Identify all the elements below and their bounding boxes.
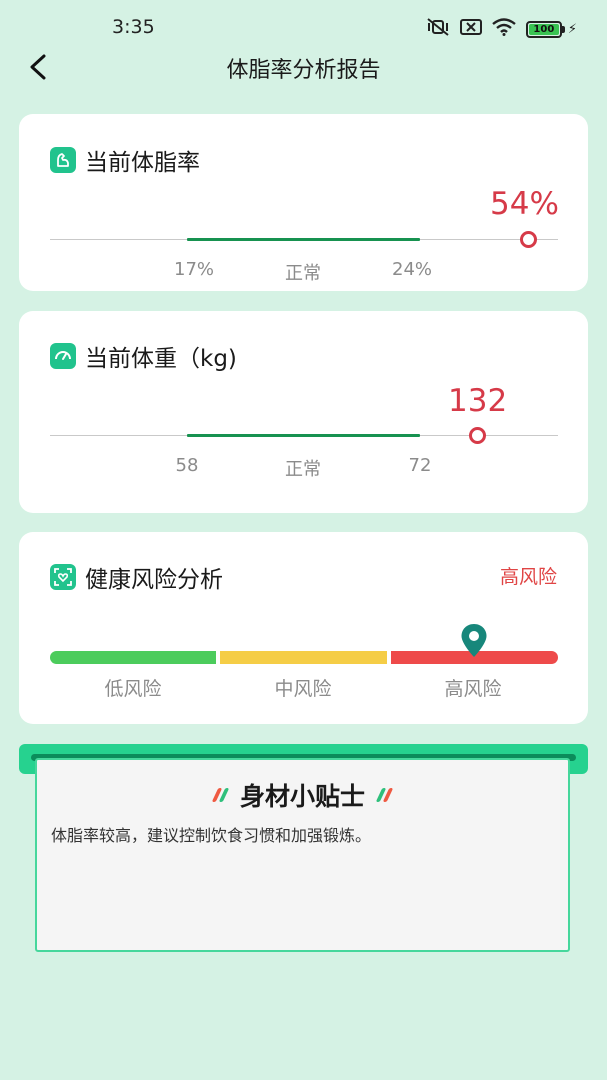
- status-icons: 100 ⚡: [426, 18, 577, 40]
- risk-label-mid: 中风险: [274, 678, 332, 700]
- risk-header: 健康风险分析: [50, 560, 223, 594]
- mute-vibrate-icon: [426, 18, 450, 40]
- weight-title: 当前体重（kg): [85, 346, 237, 372]
- nav-bar: 体脂率分析报告: [0, 44, 607, 90]
- body-fat-card: 当前体脂率 54% 17% 正常 24%: [19, 114, 588, 291]
- weight-card: 当前体重（kg) 132 58 正常 72: [19, 311, 588, 513]
- health-risk-card: 健康风险分析 高风险 低风险 中风险 高风险: [19, 532, 588, 724]
- body-fat-marker: [520, 231, 537, 248]
- risk-label-high: 高风险: [444, 678, 502, 700]
- decor-slash-left-icon: [211, 788, 230, 802]
- weight-low-label: 58: [175, 455, 199, 476]
- tips-title-row: 身材小贴士: [37, 777, 568, 813]
- weight-high-label: 72: [408, 455, 432, 476]
- battery-icon: 100 ⚡: [525, 20, 577, 38]
- status-time: 3:35: [112, 16, 155, 38]
- weight-value: 132: [448, 383, 508, 419]
- sim-x-icon: [459, 19, 482, 39]
- battery-level: 100: [528, 23, 559, 35]
- weight-normal-range: [187, 434, 420, 437]
- risk-segment-low: [50, 651, 216, 664]
- weight-header: 当前体重（kg): [50, 339, 237, 373]
- body-fat-normal-range: [187, 238, 420, 241]
- tips-card: 身材小贴士 体脂率较高，建议控制饮食习惯和加强锻炼。: [35, 758, 570, 952]
- body-fat-value: 54%: [490, 186, 559, 222]
- body-fat-high-label: 24%: [391, 259, 433, 280]
- tips-text: 体脂率较高，建议控制饮食习惯和加强锻炼。: [51, 826, 372, 845]
- weight-marker: [469, 427, 486, 444]
- decor-slash-right-icon: [375, 788, 394, 802]
- risk-label-low: 低风险: [104, 678, 162, 700]
- page-title: 体脂率分析报告: [226, 58, 381, 83]
- body-fat-normal-label: 正常: [285, 263, 321, 284]
- muscle-arm-icon: [50, 147, 76, 173]
- scale-icon: [50, 343, 76, 369]
- heart-scan-icon: [50, 564, 76, 590]
- risk-level-badge: 高风险: [499, 566, 557, 588]
- risk-title: 健康风险分析: [85, 567, 223, 593]
- body-fat-low-label: 17%: [173, 259, 215, 280]
- charging-icon: ⚡: [567, 21, 577, 37]
- body-fat-title: 当前体脂率: [85, 150, 200, 176]
- body-fat-header: 当前体脂率: [50, 143, 200, 177]
- weight-normal-label: 正常: [285, 459, 321, 480]
- wifi-icon: [492, 18, 516, 40]
- tips-title: 身材小贴士: [239, 782, 365, 811]
- risk-segment-mid: [220, 651, 387, 664]
- location-pin-icon: [461, 624, 487, 657]
